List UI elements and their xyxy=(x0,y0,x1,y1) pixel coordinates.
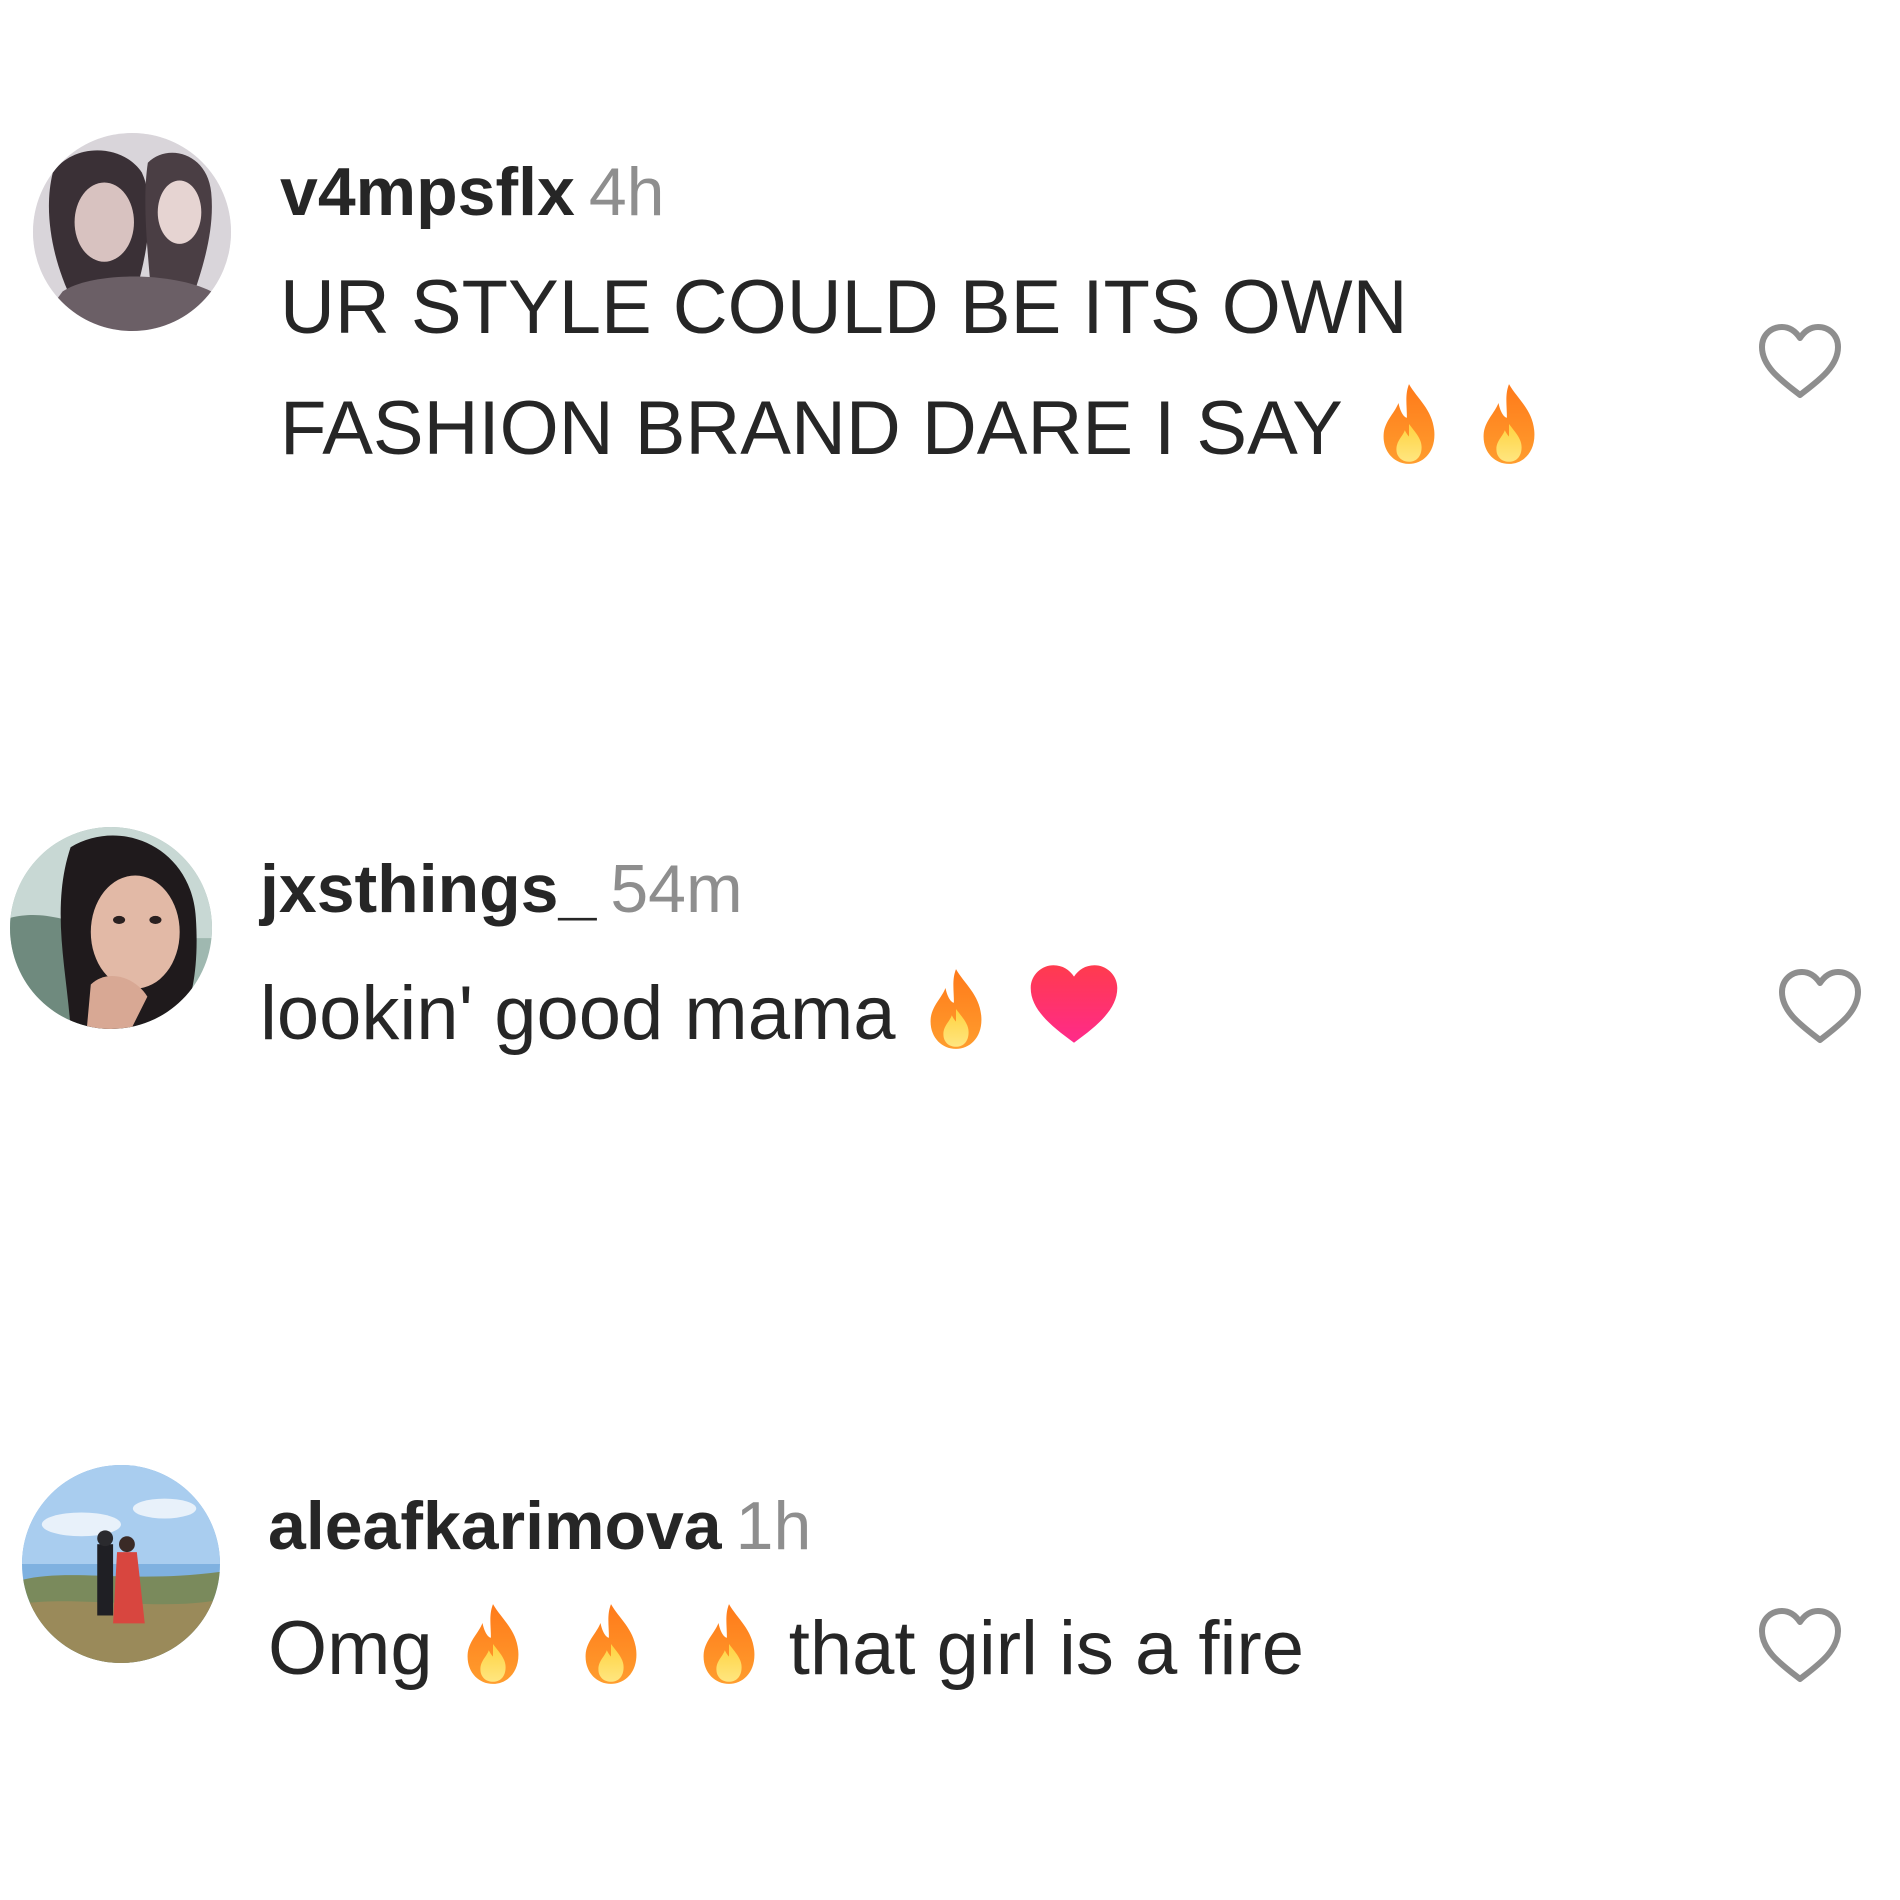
avatar[interactable] xyxy=(22,1465,220,1663)
comment-timestamp[interactable]: 4h xyxy=(589,154,665,230)
comment-timestamp[interactable]: 1h xyxy=(736,1488,812,1564)
fire-emoji xyxy=(577,1602,645,1686)
comment-username[interactable]: v4mpsflx xyxy=(280,154,575,230)
fire-emoji xyxy=(459,1602,527,1686)
comment-text: lookin' good mama xyxy=(260,971,896,1056)
comment-username[interactable]: jxsthings_ xyxy=(260,851,596,927)
avatar[interactable] xyxy=(33,133,231,331)
comment-text: Omg xyxy=(268,1606,433,1691)
heart-outline-icon xyxy=(1772,958,1868,1054)
avatar-image xyxy=(10,827,212,1029)
fire-emoji xyxy=(695,1602,763,1686)
fire-emoji xyxy=(1475,382,1543,466)
avatar-image xyxy=(22,1465,220,1663)
comment-text: that girl is a fire xyxy=(788,1606,1305,1691)
heart-outline-icon xyxy=(1752,1597,1848,1693)
comment-header: v4mpsflx 4h xyxy=(280,158,1543,226)
avatar[interactable] xyxy=(10,827,212,1029)
like-button[interactable] xyxy=(1752,313,1848,409)
avatar-image xyxy=(33,133,231,331)
comment-username[interactable]: aleafkarimova xyxy=(268,1488,722,1564)
fire-emoji xyxy=(1375,382,1443,466)
fire-emoji xyxy=(922,967,990,1051)
like-button[interactable] xyxy=(1752,1597,1848,1693)
comment-header: aleafkarimova 1h xyxy=(268,1492,1304,1560)
heart-outline-icon xyxy=(1752,313,1848,409)
comment-timestamp[interactable]: 54m xyxy=(610,851,742,927)
red-heart-emoji xyxy=(1028,963,1120,1045)
comment-text: UR STYLE COULD BE ITS OWN xyxy=(280,265,1408,350)
comment-header: jxsthings_ 54m xyxy=(260,855,1120,923)
like-button[interactable] xyxy=(1772,958,1868,1054)
comment-text: FASHION BRAND DARE I SAY xyxy=(280,386,1343,471)
